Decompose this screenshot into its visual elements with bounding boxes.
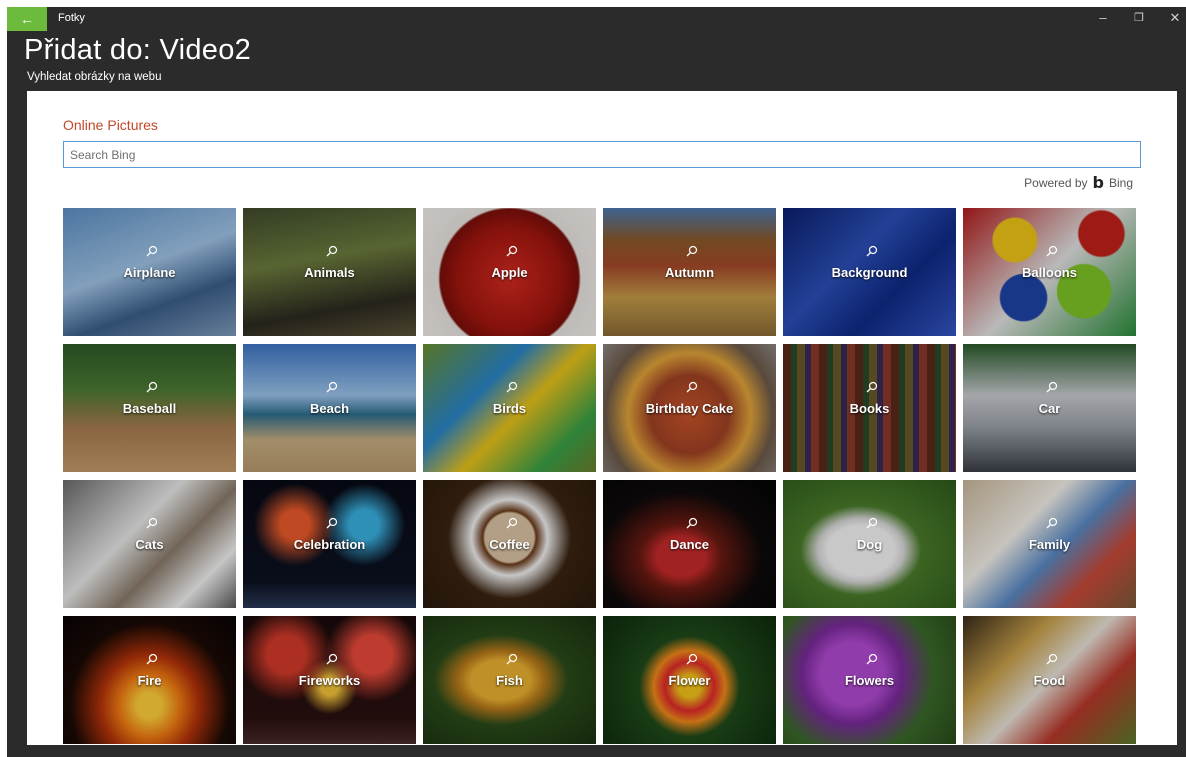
category-label: Fire (137, 673, 162, 688)
magnifier-icon (1046, 517, 1057, 529)
category-label: Autumn (664, 265, 715, 280)
magnifier-icon (686, 245, 697, 257)
section-title: Online Pictures (63, 117, 158, 133)
magnifier-icon (866, 653, 877, 665)
category-label: Birthday Cake (645, 401, 734, 416)
category-tile-animals[interactable]: Animals (243, 208, 416, 336)
category-label: Fireworks (298, 673, 361, 688)
magnifier-icon (146, 245, 157, 257)
app-name: Fotky (58, 12, 85, 24)
search-box[interactable] (63, 141, 1141, 168)
category-tile-airplane[interactable]: Airplane (63, 208, 236, 336)
category-label: Apple (491, 265, 528, 280)
category-label: Dance (669, 537, 710, 552)
category-label: Celebration (293, 537, 366, 552)
magnifier-icon (866, 381, 877, 393)
restore-button[interactable]: ❐ (1121, 7, 1157, 31)
magnifier-icon (866, 517, 877, 529)
back-button[interactable]: ← (7, 7, 47, 31)
category-tile-balloons[interactable]: Balloons (963, 208, 1136, 336)
category-label: Beach (309, 401, 350, 416)
category-tile-fire[interactable]: Fire (63, 616, 236, 744)
category-tile-beach[interactable]: Beach (243, 344, 416, 472)
category-tile-dog[interactable]: Dog (783, 480, 956, 608)
magnifier-icon (506, 517, 517, 529)
app-window: ← Fotky – ❐ ✕ Přidat do: Video2 Vyhledat… (7, 7, 1186, 757)
magnifier-icon (506, 381, 517, 393)
restore-icon: ❐ (1134, 12, 1144, 24)
category-label: Books (849, 401, 890, 416)
category-tile-flower[interactable]: Flower (603, 616, 776, 744)
category-tile-coffee[interactable]: Coffee (423, 480, 596, 608)
back-arrow-icon: ← (20, 11, 34, 27)
magnifier-icon (506, 245, 517, 257)
page-subtitle: Vyhledat obrázky na webu (27, 71, 162, 83)
category-label: Baseball (122, 401, 177, 416)
category-label: Flowers (844, 673, 895, 688)
category-label: Dog (856, 537, 883, 552)
magnifier-icon (686, 381, 697, 393)
magnifier-icon (1046, 653, 1057, 665)
magnifier-icon (1046, 381, 1057, 393)
minimize-icon: – (1099, 10, 1107, 25)
powered-by-label: Powered by (1024, 175, 1088, 190)
search-input[interactable] (64, 142, 1140, 167)
category-label: Background (831, 265, 908, 280)
category-label: Fish (496, 673, 523, 688)
minimize-button[interactable]: – (1085, 7, 1121, 31)
category-tile-family[interactable]: Family (963, 480, 1136, 608)
category-tile-background[interactable]: Background (783, 208, 956, 336)
magnifier-icon (146, 653, 157, 665)
category-label: Food (1033, 673, 1066, 688)
category-tile-books[interactable]: Books (783, 344, 956, 472)
category-tile-flowers[interactable]: Flowers (783, 616, 956, 744)
bing-logo-icon: b (1092, 173, 1104, 192)
category-label: Birds (492, 401, 527, 416)
magnifier-icon (1046, 245, 1057, 257)
category-label: Car (1038, 401, 1061, 416)
category-tile-fireworks[interactable]: Fireworks (243, 616, 416, 744)
magnifier-icon (146, 517, 157, 529)
category-tile-dance[interactable]: Dance (603, 480, 776, 608)
category-tile-celebration[interactable]: Celebration (243, 480, 416, 608)
category-grid: Airplane Animals Apple Autumn Background Ball… (63, 208, 1136, 744)
online-pictures-panel: Online Pictures Powered by b Bing Airpla… (27, 91, 1177, 745)
magnifier-icon (326, 517, 337, 529)
powered-by-bing: Powered by b Bing (1024, 173, 1133, 192)
page-title: Přidat do: Video2 (24, 34, 252, 66)
category-label: Cats (135, 537, 164, 552)
magnifier-icon (146, 381, 157, 393)
category-tile-car[interactable]: Car (963, 344, 1136, 472)
category-tile-cats[interactable]: Cats (63, 480, 236, 608)
magnifier-icon (686, 653, 697, 665)
magnifier-icon (326, 245, 337, 257)
category-label: Flower (668, 673, 711, 688)
magnifier-icon (686, 517, 697, 529)
close-icon: ✕ (1169, 10, 1181, 25)
magnifier-icon (326, 653, 337, 665)
category-tile-food[interactable]: Food (963, 616, 1136, 744)
category-tile-birds[interactable]: Birds (423, 344, 596, 472)
category-tile-apple[interactable]: Apple (423, 208, 596, 336)
bing-label: Bing (1108, 175, 1133, 190)
category-label: Animals (304, 265, 355, 280)
category-tile-birthday-cake[interactable]: Birthday Cake (603, 344, 776, 472)
title-bar: ← Fotky – ❐ ✕ (7, 7, 1186, 31)
category-tile-fish[interactable]: Fish (423, 616, 596, 744)
category-tile-autumn[interactable]: Autumn (603, 208, 776, 336)
category-tile-baseball[interactable]: Baseball (63, 344, 236, 472)
magnifier-icon (326, 381, 337, 393)
close-button[interactable]: ✕ (1157, 7, 1186, 31)
category-label: Balloons (1022, 265, 1077, 280)
category-label: Family (1028, 537, 1071, 552)
magnifier-icon (506, 653, 517, 665)
magnifier-icon (866, 245, 877, 257)
category-label: Airplane (123, 265, 176, 280)
category-label: Coffee (489, 537, 530, 552)
